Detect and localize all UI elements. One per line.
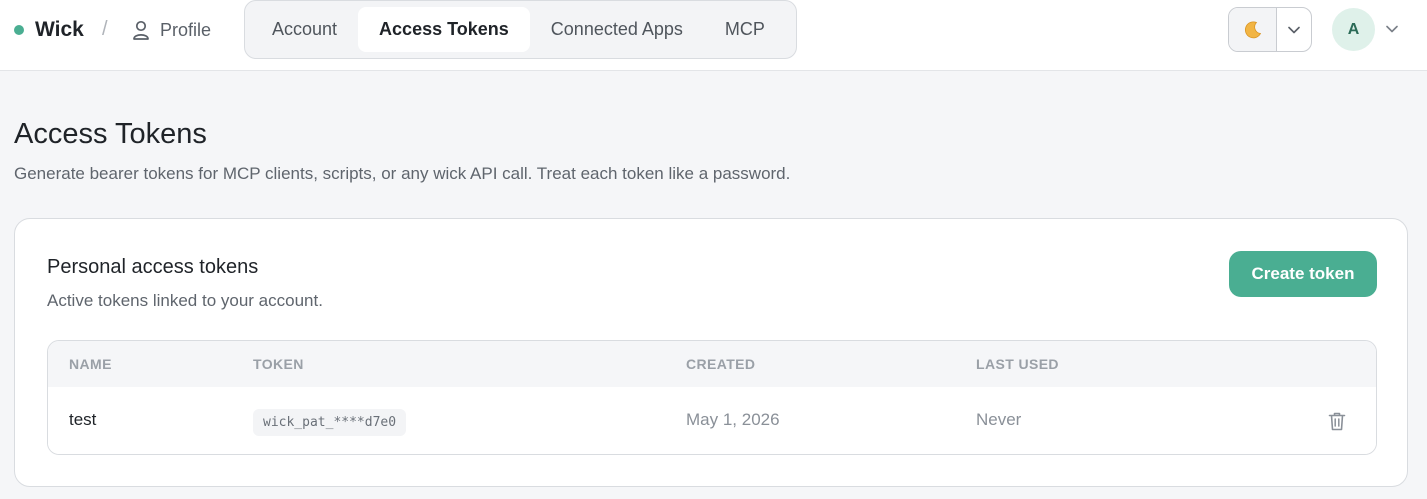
- chevron-down-icon[interactable]: [1385, 22, 1399, 36]
- brand-status-dot: [14, 25, 24, 35]
- column-header-name: NAME: [69, 356, 112, 372]
- create-token-button[interactable]: Create token: [1229, 251, 1377, 297]
- token-name: test: [69, 410, 97, 429]
- tab-mcp[interactable]: MCP: [704, 7, 786, 52]
- moon-icon: [1244, 21, 1261, 38]
- trash-icon: [1328, 412, 1346, 431]
- page-subtitle: Generate bearer tokens for MCP clients, …: [14, 164, 791, 183]
- tokens-card: Personal access tokens Active tokens lin…: [14, 218, 1408, 487]
- breadcrumb-profile[interactable]: Profile: [132, 18, 211, 42]
- breadcrumb-profile-label: Profile: [160, 19, 212, 40]
- table-row: test wick_pat_****d7e0 May 1, 2026 Never: [48, 387, 1376, 454]
- column-header-created: CREATED: [686, 356, 756, 372]
- user-icon: [133, 20, 149, 40]
- table-header: NAME TOKEN CREATED LAST USED: [48, 341, 1376, 387]
- top-bar: Wick / Profile Account Access Tokens Con…: [0, 0, 1427, 71]
- token-created: May 1, 2026: [686, 410, 780, 429]
- brand-name: Wick: [35, 18, 84, 41]
- avatar[interactable]: A: [1332, 8, 1375, 51]
- chevron-down-icon: [1288, 26, 1300, 33]
- settings-tabs: Account Access Tokens Connected Apps MCP: [244, 0, 797, 59]
- page-title: Access Tokens: [14, 118, 207, 150]
- token-value: wick_pat_****d7e0: [253, 409, 407, 436]
- card-subtitle: Active tokens linked to your account.: [47, 291, 323, 310]
- breadcrumb-separator: /: [102, 18, 108, 40]
- tab-account[interactable]: Account: [251, 7, 358, 52]
- brand[interactable]: Wick: [14, 17, 84, 43]
- theme-menu-button[interactable]: [1277, 8, 1311, 51]
- theme-toggle-button[interactable]: [1229, 8, 1277, 51]
- token-last-used: Never: [976, 410, 1022, 429]
- tab-connected-apps[interactable]: Connected Apps: [530, 7, 704, 52]
- delete-token-button[interactable]: [1326, 409, 1348, 433]
- tokens-table: NAME TOKEN CREATED LAST USED test wick_p…: [47, 340, 1377, 455]
- column-header-token: TOKEN: [253, 356, 304, 372]
- column-header-last-used: LAST USED: [976, 356, 1059, 372]
- theme-switcher: [1228, 7, 1312, 52]
- tab-access-tokens[interactable]: Access Tokens: [358, 7, 530, 52]
- card-title: Personal access tokens: [47, 256, 259, 278]
